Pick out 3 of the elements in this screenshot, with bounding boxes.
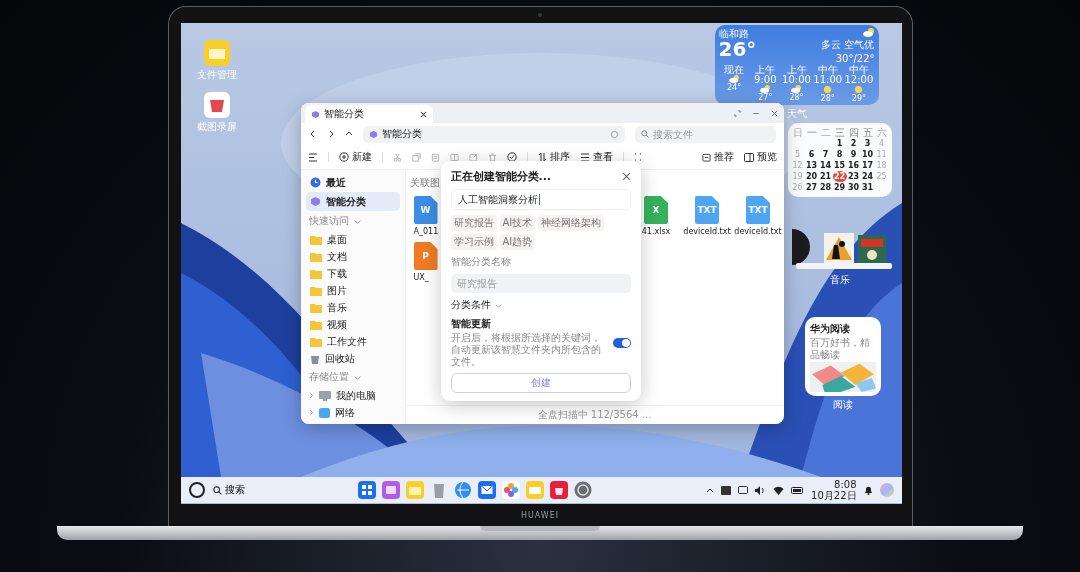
brand-label: HUAWEI <box>520 510 560 520</box>
clock[interactable]: 8:08 10月22日 <box>811 479 857 501</box>
search-button[interactable]: 搜索 <box>212 483 245 497</box>
